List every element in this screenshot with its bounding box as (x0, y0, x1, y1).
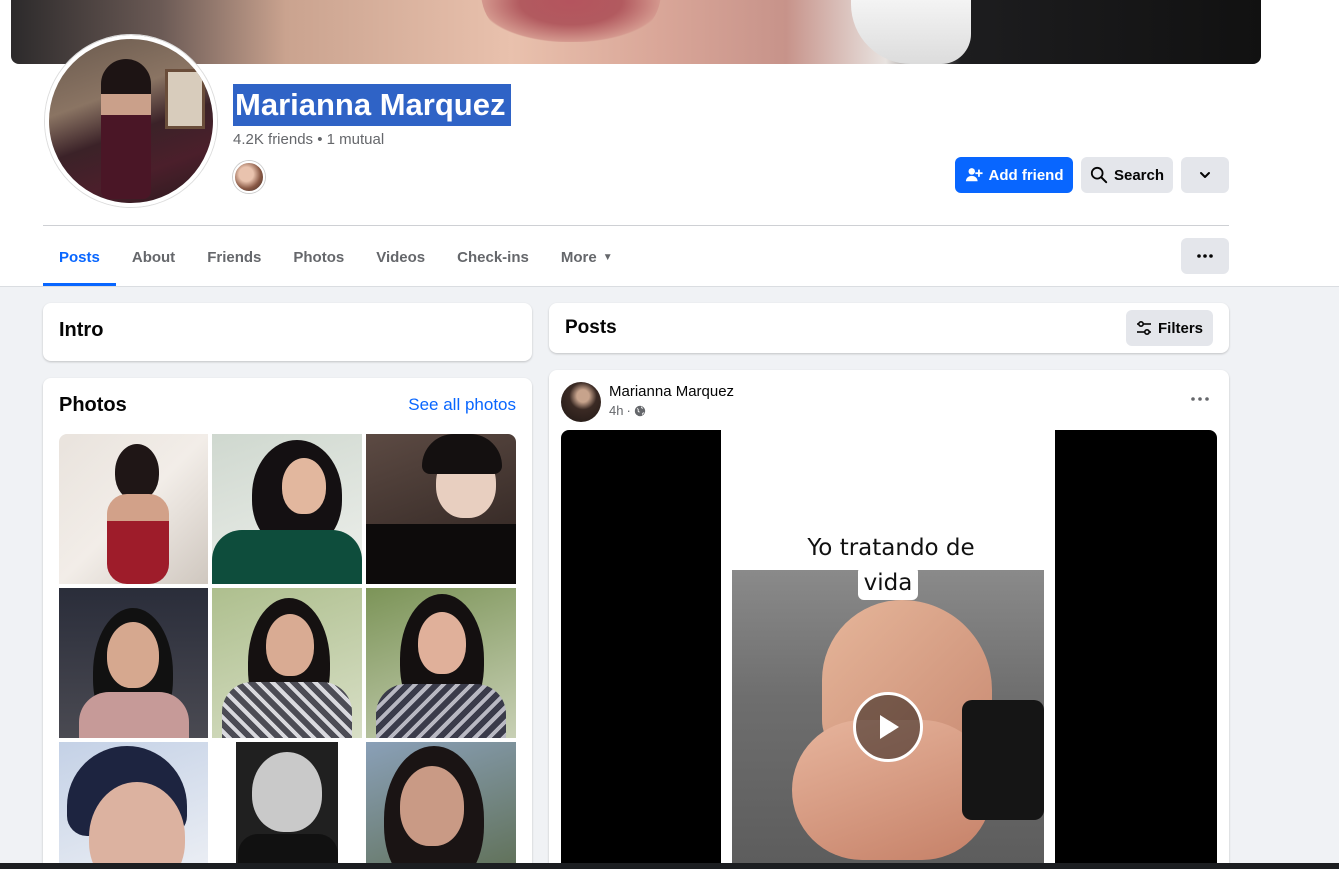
profile-name-highlight: Marianna Marquez (233, 84, 512, 126)
post-timestamp[interactable]: 4h (609, 403, 623, 418)
photo-detail (222, 682, 352, 738)
intro-title: Intro (59, 319, 104, 341)
photo-detail (107, 494, 169, 584)
profile-tabs: Posts About Friends Photos Videos Check-… (43, 228, 629, 286)
photo-detail (282, 458, 326, 514)
photo-detail (252, 752, 322, 832)
bottom-bar (0, 863, 1339, 869)
photo-detail (376, 684, 506, 738)
tab-about[interactable]: About (116, 228, 191, 286)
add-friend-label: Add friend (988, 166, 1064, 184)
post-card: Marianna Marquez 4h · Yo tratando de def… (549, 370, 1229, 869)
meta-separator: · (626, 403, 631, 418)
header-divider (43, 225, 1229, 226)
photo-thumbnail[interactable] (59, 588, 208, 738)
filters-label: Filters (1157, 319, 1203, 337)
photo-detail (422, 434, 502, 474)
intro-card: Intro (43, 303, 532, 361)
avatar-detail-frame (165, 69, 205, 129)
posts-title: Posts (565, 317, 617, 338)
mutual-friend-avatar[interactable] (233, 161, 265, 193)
search-label: Search (1113, 166, 1165, 184)
cover-photo[interactable] (11, 0, 1261, 64)
profile-dropdown-button[interactable] (1181, 157, 1229, 193)
photo-detail (107, 622, 159, 688)
avatar-detail-figure (101, 59, 151, 199)
photos-title: Photos (59, 394, 127, 416)
play-icon (880, 715, 899, 739)
video-frame: Yo tratando de defenderme en la vida (721, 430, 1055, 869)
tab-friends[interactable]: Friends (191, 228, 277, 286)
profile-avatar[interactable] (45, 35, 217, 207)
photos-card: Photos See all photos (43, 378, 532, 869)
photo-detail (400, 766, 464, 846)
tab-posts[interactable]: Posts (43, 228, 116, 286)
video-detail (962, 700, 1044, 820)
post-author-name[interactable]: Marianna Marquez (609, 383, 734, 400)
photo-thumbnail[interactable] (366, 742, 516, 869)
post-meta: 4h · (609, 403, 646, 418)
photo-thumbnail[interactable] (59, 434, 208, 584)
photo-thumbnail[interactable] (212, 434, 362, 584)
friends-count[interactable]: 4.2K friends • 1 mutual (233, 131, 384, 148)
photo-detail (212, 530, 362, 584)
video-caption-line2: vida (858, 566, 918, 600)
photo-thumbnail[interactable] (366, 588, 516, 738)
profile-name: Marianna Marquez (235, 87, 506, 122)
search-icon (1090, 166, 1108, 184)
see-all-photos-link[interactable]: See all photos (408, 395, 516, 415)
photo-detail (366, 524, 516, 584)
cover-photo-detail (481, 0, 661, 42)
photo-thumbnail[interactable] (59, 742, 208, 869)
posts-header-card: Posts Filters (549, 303, 1229, 353)
cover-photo-detail-2 (851, 0, 971, 64)
photo-detail (115, 444, 159, 500)
add-friend-button[interactable]: Add friend (955, 157, 1073, 193)
filters-icon (1136, 321, 1151, 335)
photos-grid (59, 434, 516, 869)
profile-header: Marianna Marquez 4.2K friends • 1 mutual… (0, 0, 1339, 287)
post-options-button[interactable] (1191, 390, 1209, 401)
photo-thumbnail[interactable] (212, 742, 362, 869)
more-dots-icon (1191, 397, 1209, 401)
photo-detail (79, 692, 189, 738)
photo-detail (418, 612, 466, 674)
search-button[interactable]: Search (1081, 157, 1173, 193)
photo-thumbnail[interactable] (366, 434, 516, 584)
chevron-down-icon (1200, 172, 1210, 178)
tabs-overflow-button[interactable] (1181, 238, 1229, 274)
caret-down-icon: ▼ (602, 251, 613, 263)
add-person-icon (965, 168, 983, 182)
post-video[interactable]: Yo tratando de defenderme en la vida (561, 430, 1217, 869)
tab-more-label: More (560, 248, 597, 266)
play-button[interactable] (853, 692, 923, 762)
photo-thumbnail[interactable] (212, 588, 362, 738)
tab-check-ins[interactable]: Check-ins (441, 228, 545, 286)
globe-icon (634, 405, 646, 416)
filters-button[interactable]: Filters (1126, 310, 1213, 346)
photo-detail (266, 614, 314, 676)
more-dots-icon (1197, 254, 1213, 258)
tab-videos[interactable]: Videos (360, 228, 441, 286)
tab-more[interactable]: More ▼ (545, 228, 629, 286)
post-author-avatar[interactable] (561, 382, 601, 422)
tab-photos[interactable]: Photos (277, 228, 360, 286)
